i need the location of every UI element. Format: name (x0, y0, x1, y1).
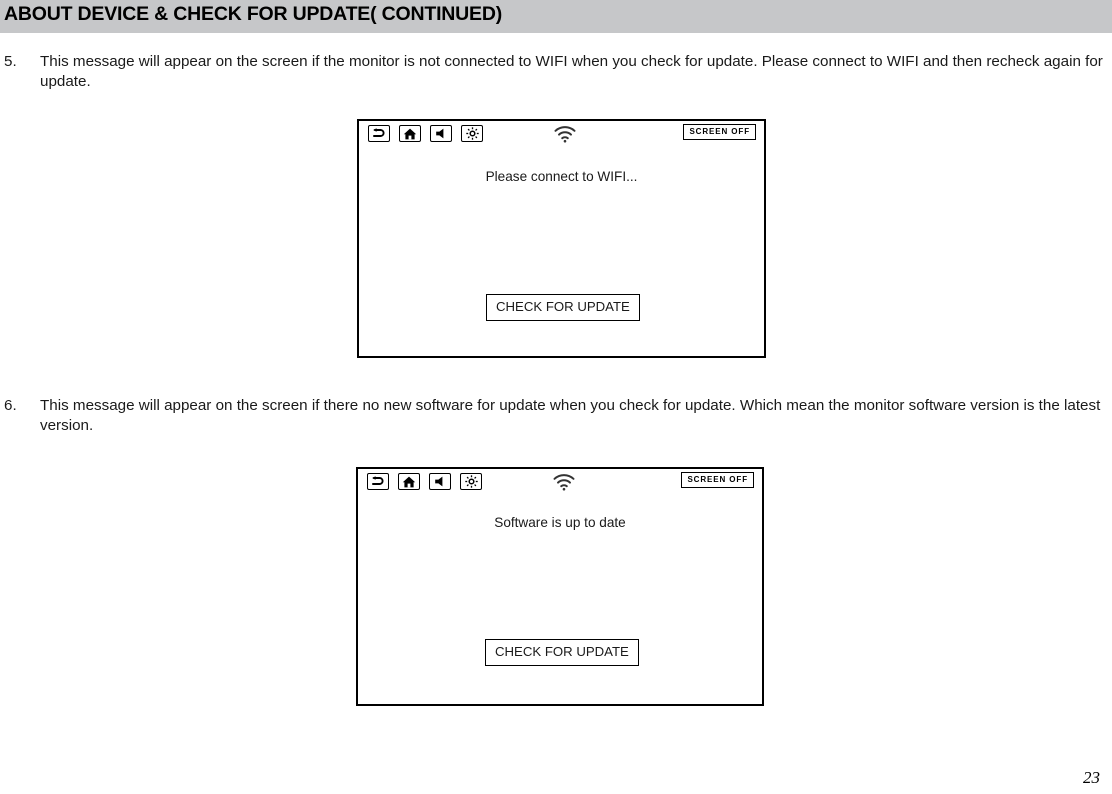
volume-button[interactable] (429, 473, 451, 490)
list-item-number: 6. (4, 397, 17, 414)
brightness-icon (464, 475, 478, 488)
page-number: 23 (1083, 768, 1100, 787)
list-item: 6. This message will appear on the scree… (4, 396, 1112, 436)
home-icon (403, 128, 417, 140)
screen-message: Please connect to WIFI... (485, 169, 638, 184)
home-button[interactable] (398, 473, 420, 490)
device-screen-mock: SCREEN OFF Software is up to date CHECK … (356, 467, 764, 706)
brightness-button[interactable] (461, 125, 483, 142)
back-button[interactable] (367, 473, 389, 490)
back-icon (372, 128, 386, 139)
check-for-update-button[interactable]: CHECK FOR UPDATE (485, 639, 639, 666)
back-icon (371, 476, 385, 487)
wifi-icon (553, 125, 577, 143)
screen-off-button[interactable]: SCREEN OFF (681, 472, 754, 488)
wifi-icon (552, 473, 576, 491)
status-bar: SCREEN OFF (358, 469, 762, 499)
status-bar: SCREEN OFF (359, 121, 764, 151)
speaker-icon (434, 476, 447, 487)
screen-message: Software is up to date (494, 515, 626, 530)
page-title: ABOUT DEVICE & CHECK FOR UPDATE( CONTINU… (4, 3, 503, 25)
brightness-icon (465, 127, 479, 140)
list-item-text: This message will appear on the screen i… (40, 397, 1101, 434)
screen-off-button[interactable]: SCREEN OFF (683, 124, 756, 140)
back-button[interactable] (368, 125, 390, 142)
list-item-text: This message will appear on the screen i… (40, 53, 1103, 90)
speaker-icon (435, 128, 448, 139)
home-button[interactable] (399, 125, 421, 142)
volume-button[interactable] (430, 125, 452, 142)
brightness-button[interactable] (460, 473, 482, 490)
page-header-band: ABOUT DEVICE & CHECK FOR UPDATE( CONTINU… (0, 0, 1112, 33)
check-for-update-button[interactable]: CHECK FOR UPDATE (486, 294, 640, 321)
list-item-number: 5. (4, 53, 17, 70)
list-item: 5. This message will appear on the scree… (4, 52, 1112, 92)
device-screen-mock: SCREEN OFF Please connect to WIFI... CHE… (357, 119, 766, 358)
home-icon (402, 476, 416, 488)
